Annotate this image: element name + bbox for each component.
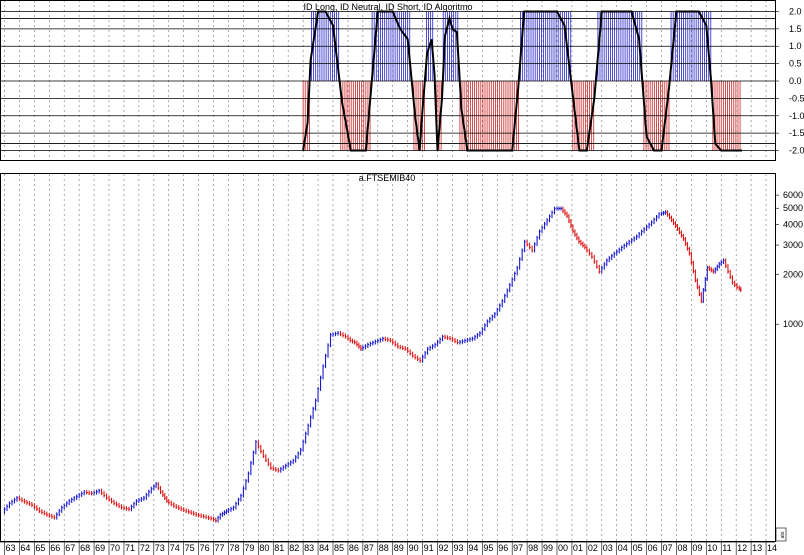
x-tick-label: 01 (573, 543, 583, 553)
x-tick-label: 82 (289, 543, 299, 553)
indicator-y-tick-label: -2.0 (789, 146, 804, 156)
x-tick-label: 13 (752, 543, 762, 553)
x-tick-label: 80 (259, 543, 269, 553)
x-tick-label: 98 (528, 543, 538, 553)
x-tick-label: 75 (185, 543, 195, 553)
x-tick-label: 07 (663, 543, 673, 553)
x-tick-label: 84 (319, 543, 329, 553)
x-tick-label: 96 (498, 543, 508, 553)
x-tick-label: 78 (229, 543, 239, 553)
x-tick-label: 06 (648, 543, 658, 553)
x-tick-label: 92 (439, 543, 449, 553)
indicator-y-tick-label: -1.0 (789, 111, 804, 121)
x-tick-label: 08 (677, 543, 687, 553)
x-tick-label: 02 (588, 543, 598, 553)
x-tick-label: 87 (364, 543, 374, 553)
x-tick-label: 11 (722, 543, 731, 553)
x-tick-label: 66 (50, 543, 60, 553)
indicator-y-tick-label: 0.5 (789, 59, 802, 69)
x-tick-label: 77 (215, 543, 225, 553)
x-tick-label: 68 (80, 543, 90, 553)
x-tick-label: 63 (5, 543, 15, 553)
x-tick-label: 04 (618, 543, 628, 553)
x-tick-label: 83 (304, 543, 314, 553)
price-title: a.FTSEMIB40 (359, 173, 416, 183)
x-tick-label: 99 (543, 543, 553, 553)
x-tick-label: 88 (379, 543, 389, 553)
x-tick-label: 03 (603, 543, 613, 553)
x-tick-label: 14 (767, 543, 777, 553)
x-tick-label: 67 (65, 543, 75, 553)
x-tick-label: 71 (125, 543, 135, 553)
indicator-y-tick-label: -0.5 (789, 93, 804, 103)
x-tick-label: 93 (453, 543, 463, 553)
x-tick-label: 70 (110, 543, 120, 553)
x-tick-label: 94 (468, 543, 478, 553)
x-tick-label: 85 (334, 543, 344, 553)
corner-badge: ats (775, 527, 787, 542)
price-y-tick-label: 2000 (783, 269, 803, 279)
x-tick-label: 12 (737, 543, 747, 553)
price-y-tick-label: 3000 (783, 240, 803, 250)
indicator-y-tick-label: 2.0 (789, 6, 802, 16)
x-tick-label: 10 (707, 543, 717, 553)
x-tick-label: 89 (394, 543, 404, 553)
x-tick-label: 00 (558, 543, 568, 553)
price-y-tick-label: 6000 (783, 190, 803, 200)
x-tick-label: 73 (155, 543, 165, 553)
indicator-y-tick-label: 1.0 (789, 41, 802, 51)
corner-label: ats (780, 531, 786, 538)
x-tick-label: 86 (349, 543, 359, 553)
chart-canvas: ID Long, ID Neutral, ID Short, ID Algori… (0, 0, 804, 555)
x-tick-label: 91 (424, 543, 434, 553)
indicator-y-tick-label: 1.5 (789, 24, 802, 34)
indicator-title: ID Long, ID Neutral, ID Short, ID Algori… (303, 2, 472, 12)
x-tick-label: 95 (483, 543, 493, 553)
x-tick-label: 90 (409, 543, 419, 553)
indicator-y-tick-label: -1.5 (789, 128, 804, 138)
indicator-y-tick-label: 0.0 (789, 76, 802, 86)
x-tick-label: 81 (274, 543, 284, 553)
price-y-tick-label: 1000 (783, 319, 803, 329)
x-tick-label: 79 (244, 543, 254, 553)
x-tick-label: 09 (692, 543, 702, 553)
x-tick-label: 64 (20, 543, 30, 553)
x-tick-label: 69 (95, 543, 105, 553)
price-y-tick-label: 4000 (783, 219, 803, 229)
x-tick-label: 74 (170, 543, 180, 553)
x-tick-label: 72 (140, 543, 150, 553)
price-y-tick-label: 5000 (783, 203, 803, 213)
x-tick-label: 05 (633, 543, 643, 553)
chart-background (0, 0, 804, 555)
x-tick-label: 97 (513, 543, 523, 553)
x-tick-label: 76 (200, 543, 210, 553)
x-tick-label: 65 (35, 543, 45, 553)
